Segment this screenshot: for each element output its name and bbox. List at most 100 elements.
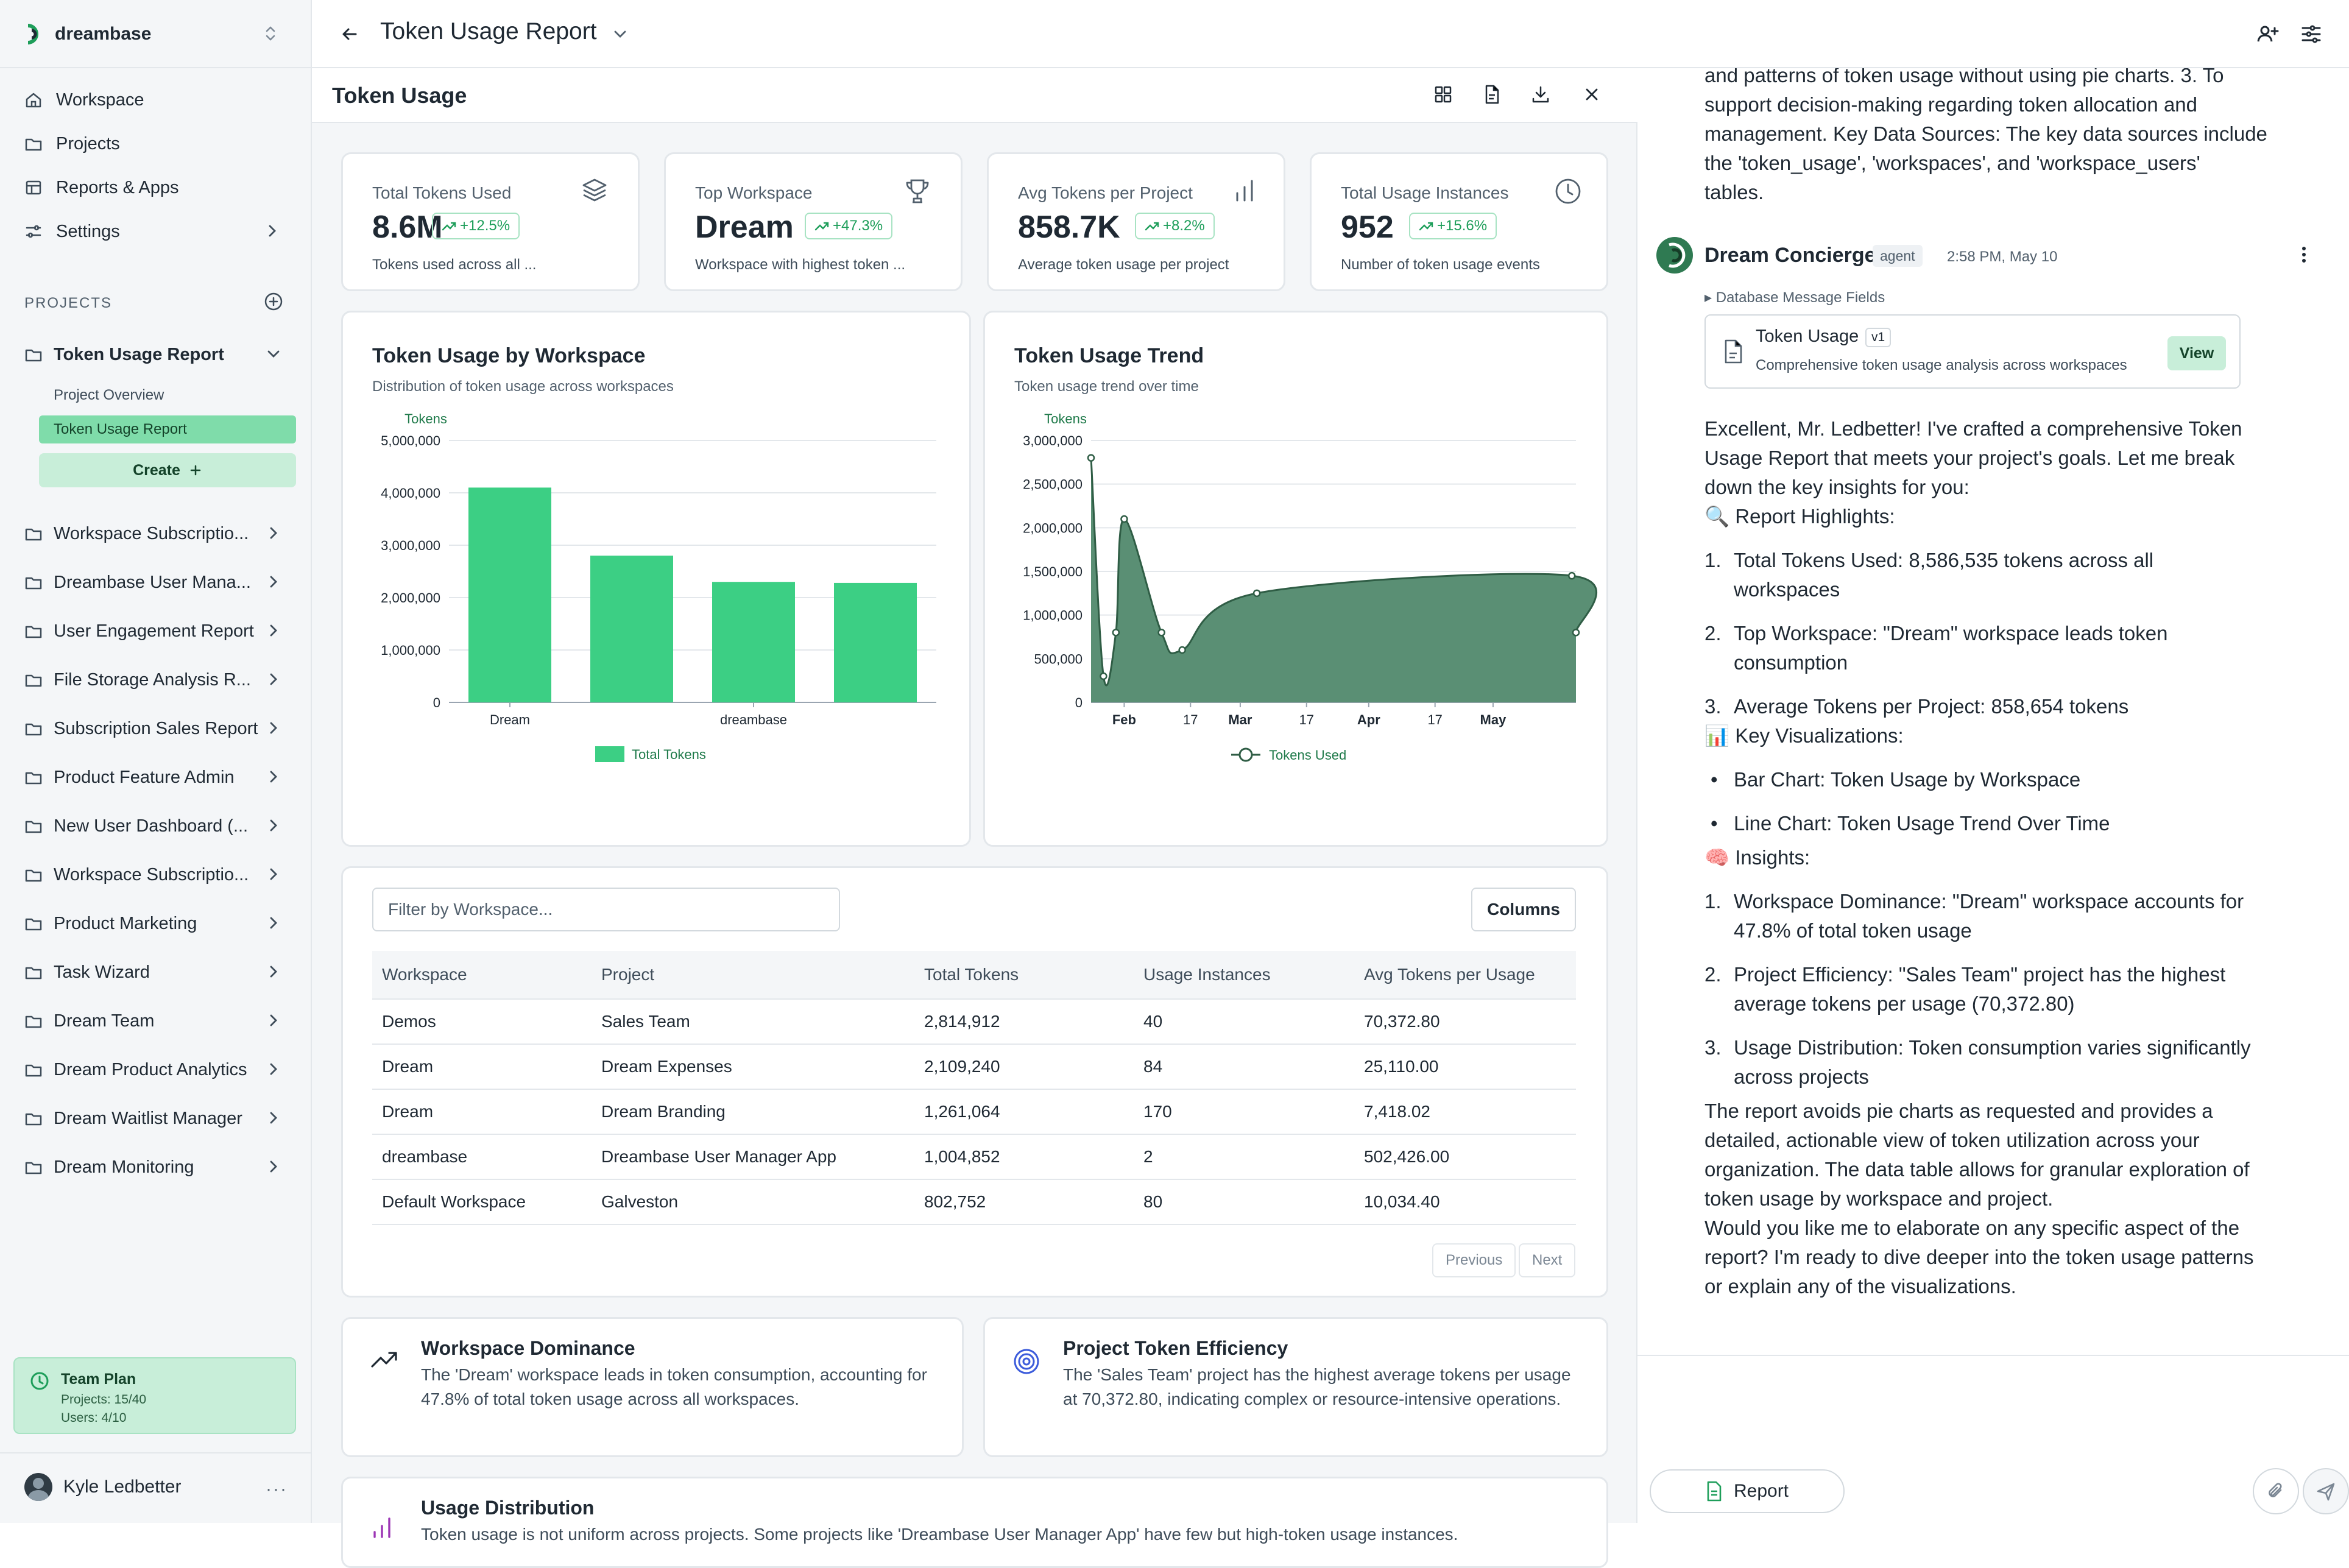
chevron-right-icon[interactable] xyxy=(266,574,281,590)
team-plan-card[interactable]: Team Plan Projects: 15/40 Users: 4/10 xyxy=(13,1357,296,1434)
chevron-right-icon[interactable] xyxy=(266,1159,281,1174)
table-row[interactable]: Demos Sales Team 2,814,912 40 70,372.80 xyxy=(372,1000,1576,1045)
chevron-right-icon[interactable] xyxy=(266,818,281,833)
sub-item-token-usage-report[interactable]: Token Usage Report xyxy=(39,415,296,443)
send-button[interactable] xyxy=(2303,1468,2349,1514)
artifact-card[interactable]: Token Usage v1 Comprehensive token usage… xyxy=(1704,314,2241,389)
project-item[interactable]: Dreambase User Mana... xyxy=(24,565,292,599)
message-menu-button[interactable] xyxy=(2300,244,2308,266)
database-message-fields-toggle[interactable]: ▸ Database Message Fields xyxy=(1704,289,1885,306)
table-row[interactable]: dreambase Dreambase User Manager App 1,004… xyxy=(372,1135,1576,1180)
report-mode-chip[interactable]: Report xyxy=(1650,1469,1845,1513)
kpi-card-total-tokens[interactable]: Total Tokens Used 8.6M +12.5% Tokens use… xyxy=(341,152,640,291)
project-token-usage-report[interactable]: Token Usage Report xyxy=(24,337,292,372)
sub-item-project-overview[interactable]: Project Overview xyxy=(39,381,296,409)
user-profile[interactable]: Kyle Ledbetter xyxy=(24,1472,181,1502)
bar xyxy=(468,487,551,702)
kpi-card-top-workspace[interactable]: Top Workspace Dream +47.3% Workspace wit… xyxy=(664,152,963,291)
message-input[interactable] xyxy=(1637,1356,2349,1460)
close-icon[interactable] xyxy=(1581,84,1602,105)
x-tick-label: Mar xyxy=(1228,712,1252,727)
project-item[interactable]: Subscription Sales Report xyxy=(24,712,292,746)
project-item[interactable]: File Storage Analysis R... xyxy=(24,663,292,697)
nav-settings[interactable]: Settings xyxy=(24,214,120,249)
x-tick-label: 17 xyxy=(1183,712,1198,727)
concierge-avatar-icon xyxy=(1656,237,1693,274)
project-item[interactable]: New User Dashboard (... xyxy=(24,809,292,843)
create-button[interactable]: Create xyxy=(39,453,296,487)
chevron-right-icon[interactable] xyxy=(266,223,279,239)
chat-line: detailed, actionable view of token utili… xyxy=(1704,1129,2200,1151)
table-cell: 7,418.02 xyxy=(1364,1102,1430,1121)
grid-view-icon[interactable] xyxy=(1433,84,1454,105)
attach-button[interactable] xyxy=(2253,1468,2299,1514)
nav-projects[interactable]: Projects xyxy=(24,127,120,161)
insight-card-project-efficiency: Project Token Efficiency The 'Sales Team… xyxy=(983,1317,1608,1457)
columns-button[interactable]: Columns xyxy=(1471,888,1576,931)
nav-reports-apps[interactable]: Reports & Apps xyxy=(24,171,179,205)
table-cell: Demos xyxy=(382,1012,436,1031)
project-item[interactable]: Dream Waitlist Manager xyxy=(24,1101,292,1135)
chevron-right-icon[interactable] xyxy=(266,964,281,980)
message-author: Dream Concierge xyxy=(1704,244,1876,267)
chevron-right-icon[interactable] xyxy=(266,866,281,882)
chevron-down-icon[interactable] xyxy=(266,346,281,362)
list-item: 1. Workspace Dominance: "Dream" workspace… xyxy=(1704,887,2251,945)
sidebar: dreambase Workspace Projects Reports & A… xyxy=(0,0,312,1523)
chevron-right-icon[interactable] xyxy=(266,623,281,638)
workspace-switcher[interactable]: dreambase xyxy=(24,21,151,48)
project-item[interactable]: Dream Team xyxy=(24,1004,292,1038)
chevrons-up-down-icon[interactable] xyxy=(263,24,278,43)
chevron-right-icon[interactable] xyxy=(266,720,281,736)
y-tick-label: 2,000,000 xyxy=(381,590,440,606)
chevron-right-icon[interactable] xyxy=(266,525,281,541)
column-header[interactable]: Avg Tokens per Usage xyxy=(1354,965,1576,984)
project-item[interactable]: Workspace Subscriptio... xyxy=(24,517,292,551)
column-header[interactable]: Workspace xyxy=(372,965,592,984)
project-item[interactable]: Dream Product Analytics xyxy=(24,1053,292,1087)
divider xyxy=(0,67,312,68)
table-cell: Sales Team xyxy=(601,1012,690,1031)
back-arrow-icon[interactable] xyxy=(339,23,361,45)
chevron-right-icon[interactable] xyxy=(266,915,281,931)
column-header[interactable]: Usage Instances xyxy=(1134,965,1354,984)
nav-workspace[interactable]: Workspace xyxy=(24,83,144,117)
project-item[interactable]: Task Wizard xyxy=(24,955,292,989)
next-button[interactable]: Next xyxy=(1519,1243,1576,1277)
previous-button[interactable]: Previous xyxy=(1432,1243,1516,1277)
kpi-change: +12.5% xyxy=(460,217,510,234)
add-user-icon[interactable] xyxy=(2255,22,2280,46)
project-item[interactable]: Product Marketing xyxy=(24,906,292,941)
chevron-down-icon[interactable] xyxy=(612,26,629,43)
column-header[interactable]: Total Tokens xyxy=(914,965,1134,984)
view-button[interactable]: View xyxy=(2167,336,2226,370)
chevron-right-icon[interactable] xyxy=(266,1061,281,1077)
trending-up-icon xyxy=(814,222,829,231)
project-item[interactable]: Workspace Subscriptio... xyxy=(24,858,292,892)
chevron-right-icon[interactable] xyxy=(266,769,281,785)
kpi-card-avg-tokens[interactable]: Avg Tokens per Project 858.7K +8.2% Aver… xyxy=(987,152,1285,291)
column-header[interactable]: Project xyxy=(592,965,914,984)
table-row[interactable]: Dream Dream Expenses 2,109,240 84 25,110.00 xyxy=(372,1045,1576,1090)
project-item[interactable]: User Engagement Report xyxy=(24,614,292,648)
kpi-card-usage-instances[interactable]: Total Usage Instances 952 +15.6% Number … xyxy=(1310,152,1608,291)
table-row[interactable]: Default Workspace Galveston 802,752 80 10,03… xyxy=(372,1180,1576,1225)
project-item[interactable]: Dream Monitoring xyxy=(24,1150,292,1184)
chevron-right-icon[interactable] xyxy=(266,1110,281,1126)
chevron-right-icon[interactable] xyxy=(266,1012,281,1028)
panel-settings-icon[interactable] xyxy=(2299,22,2323,46)
download-icon[interactable] xyxy=(1530,84,1551,105)
table-row[interactable]: Dream Dream Branding 1,261,064 170 7,418.02 xyxy=(372,1090,1576,1135)
sliders-icon xyxy=(26,225,41,238)
add-project-icon[interactable] xyxy=(263,291,284,312)
user-more-button[interactable]: ··· xyxy=(266,1479,288,1500)
team-plan-projects: Projects: 15/40 xyxy=(61,1393,147,1407)
project-item[interactable]: Product Feature Admin xyxy=(24,760,292,794)
chevron-right-icon[interactable] xyxy=(266,671,281,687)
insights-heading: 🧠 Insights: xyxy=(1704,846,1810,869)
kpi-change: +15.6% xyxy=(1437,217,1488,234)
document-icon[interactable] xyxy=(1482,84,1502,105)
y-tick-label: 0 xyxy=(433,695,440,710)
workspace-filter-input[interactable] xyxy=(372,888,840,931)
chat-line: Total Tokens Used: 8,586,535 tokens acro… xyxy=(1734,549,2154,571)
